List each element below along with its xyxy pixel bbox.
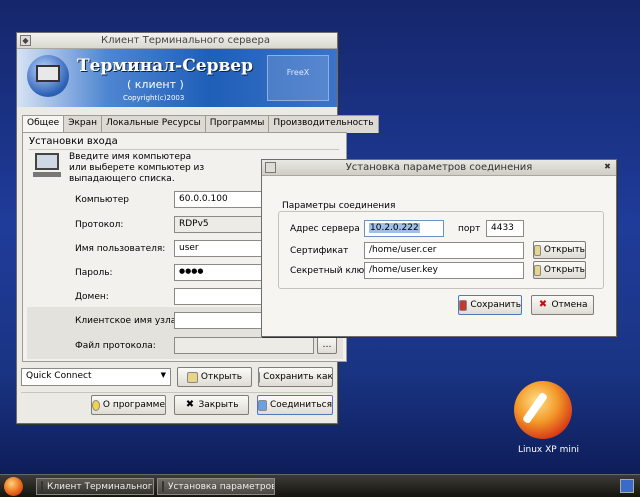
start-button[interactable] <box>4 477 23 496</box>
section-divider <box>29 149 339 150</box>
open-button-label: Открыть <box>200 372 243 382</box>
dialog-cancel-button[interactable]: ✖ Отмена <box>531 295 594 315</box>
log-file-label: Файл протокола: <box>75 341 156 351</box>
banner-title: Терминал-Сервер <box>77 56 253 76</box>
close-button-label: Закрыть <box>198 400 239 410</box>
hint-text: Введите имя компьютера или выберете комп… <box>69 152 205 184</box>
window-menu-icon[interactable]: ◆ <box>20 35 31 46</box>
window-icon <box>162 481 164 492</box>
computer-logo-icon <box>27 55 69 97</box>
server-label: Адрес сервера <box>290 224 360 234</box>
desktop-logo-icon[interactable] <box>514 381 572 439</box>
section-title: Установки входа <box>29 136 118 147</box>
log-file-field[interactable] <box>174 337 314 354</box>
connection-group-title: Параметры соединения <box>282 201 396 211</box>
password-label: Пароль: <box>75 268 113 278</box>
tab-bar: Общее Экран Локальные Ресурсы Программы … <box>22 115 379 134</box>
connect-button-label: Соединиться <box>269 400 332 410</box>
taskbar-item-client-label: Клиент Терминального... <box>47 481 153 492</box>
client-host-label: Клиентское имя узла:: <box>75 316 183 326</box>
cancel-icon: ✖ <box>538 298 548 310</box>
port-label: порт <box>458 224 481 234</box>
key-open-label: Открыть <box>543 265 585 275</box>
cert-open-button[interactable]: Открыть <box>533 241 586 259</box>
dialog-save-label: Сохранить <box>470 300 521 310</box>
folder-icon <box>534 244 541 256</box>
desktop-logo-label: Linux XP mini <box>518 445 580 455</box>
cert-open-label: Открыть <box>543 245 585 255</box>
username-label: Имя пользователя: <box>75 244 166 254</box>
star-icon <box>92 399 100 411</box>
open-button[interactable]: Открыть <box>177 367 252 387</box>
server-field[interactable]: 10.2.0.222 <box>364 220 444 237</box>
connect-button[interactable]: Соединиться <box>257 395 333 415</box>
about-button-label: О программе <box>102 400 165 410</box>
banner-emblem-text: FreeX <box>286 68 310 77</box>
taskbar-item-client[interactable]: Клиент Терминального... <box>36 478 154 495</box>
dialog-title: Установка параметров соединения <box>345 162 533 173</box>
protocol-label: Протокол: <box>75 220 124 230</box>
cert-label: Сертификат <box>290 246 349 256</box>
chevron-down-icon: ▼ <box>160 371 166 379</box>
connect-icon <box>258 399 267 411</box>
quick-connect-select[interactable]: Quick Connect ▼ <box>21 368 171 386</box>
log-file-browse-button[interactable]: … <box>317 336 337 354</box>
tab-performance[interactable]: Производительность <box>268 115 379 133</box>
key-field[interactable]: /home/user.key <box>364 262 524 279</box>
bottom-divider <box>21 392 333 393</box>
save-icon <box>459 299 468 311</box>
tab-local-resources[interactable]: Локальные Ресурсы <box>101 115 206 133</box>
banner-copyright: Copyright(c)2003 <box>123 94 185 102</box>
cert-field[interactable]: /home/user.cer <box>364 242 524 259</box>
taskbar-item-dialog[interactable]: Установка параметров... <box>157 478 275 495</box>
connection-dialog: Установка параметров соединения ✖ Параме… <box>261 159 617 337</box>
close-icon: ✖ <box>185 398 195 410</box>
quick-connect-value: Quick Connect <box>26 371 92 381</box>
server-value: 10.2.0.222 <box>369 223 420 233</box>
dialog-save-button[interactable]: Сохранить <box>458 295 522 315</box>
close-icon[interactable]: ✖ <box>602 162 613 173</box>
save-icon <box>258 371 261 383</box>
tray-icon[interactable] <box>620 479 634 493</box>
banner-subtitle: ( клиент ) <box>127 78 184 91</box>
dialog-cancel-label: Отмена <box>551 300 588 310</box>
save-as-button[interactable]: Сохранить как <box>258 367 333 387</box>
main-window-titlebar[interactable]: ◆ Клиент Терминального сервера <box>17 33 337 49</box>
dialog-body: Параметры соединения Адрес сервера 10.2.… <box>262 176 616 336</box>
taskbar: Клиент Терминального... Установка параме… <box>0 474 640 497</box>
banner: Терминал-Сервер ( клиент ) Copyright(c)2… <box>17 49 337 107</box>
domain-label: Домен: <box>75 292 109 302</box>
main-window-title: Клиент Терминального сервера <box>100 35 270 46</box>
key-label: Секретный ключ <box>290 266 370 276</box>
window-menu-icon[interactable] <box>265 162 276 173</box>
save-as-button-label: Сохранить как <box>263 372 333 382</box>
dialog-titlebar[interactable]: Установка параметров соединения ✖ <box>262 160 616 176</box>
monitor-icon <box>33 153 61 177</box>
app-icon <box>41 481 43 492</box>
folder-icon <box>186 371 198 383</box>
tab-screen[interactable]: Экран <box>63 115 103 133</box>
about-button[interactable]: О программе <box>91 395 166 415</box>
port-field[interactable]: 4433 <box>486 220 524 237</box>
tab-programs[interactable]: Программы <box>204 115 270 133</box>
computer-label: Компьютер <box>75 195 129 205</box>
close-button[interactable]: ✖ Закрыть <box>174 395 249 415</box>
key-open-button[interactable]: Открыть <box>533 261 586 279</box>
folder-icon <box>534 264 541 276</box>
banner-emblem: FreeX <box>267 55 329 101</box>
taskbar-item-dialog-label: Установка параметров... <box>168 481 275 492</box>
